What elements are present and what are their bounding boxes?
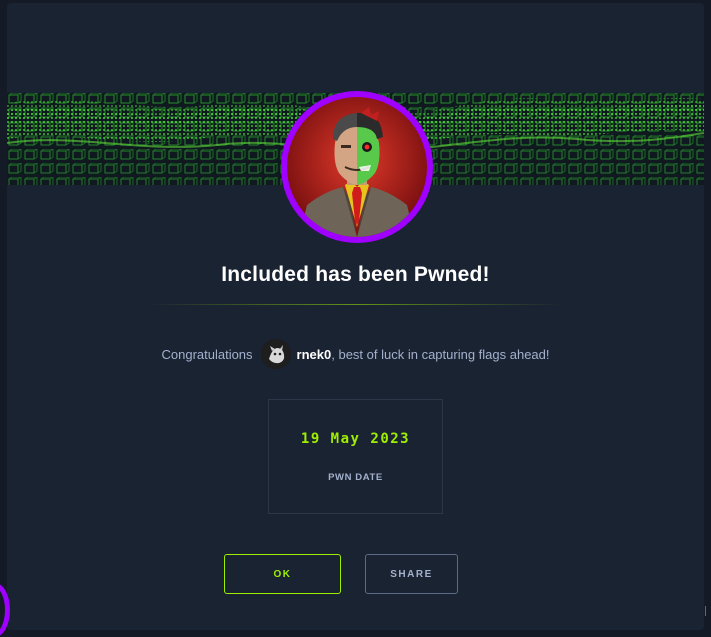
congrats-suffix: , best of luck in capturing flags ahead! (331, 346, 550, 362)
share-button[interactable]: SHARE (365, 554, 458, 594)
pwned-modal: Included has been Pwned! Congratulations… (7, 3, 704, 630)
pwned-title: Included has been Pwned! (221, 263, 490, 286)
congratulations-message: Congratulations rnek0 , best of luck in … (7, 339, 704, 369)
ok-button[interactable]: OK (224, 554, 341, 594)
pwn-date-label: PWN DATE (328, 472, 383, 483)
machine-avatar-icon (277, 87, 437, 247)
pwn-date-card: 19 May 2023 PWN DATE (268, 399, 443, 514)
pwn-date-value: 19 May 2023 (300, 431, 411, 447)
title-divider (150, 304, 562, 305)
congrats-prefix: Congratulations (161, 346, 253, 362)
background-edge-mark (705, 606, 706, 616)
user-avatar-icon (260, 339, 291, 369)
username[interactable]: rnek0 (297, 347, 332, 362)
